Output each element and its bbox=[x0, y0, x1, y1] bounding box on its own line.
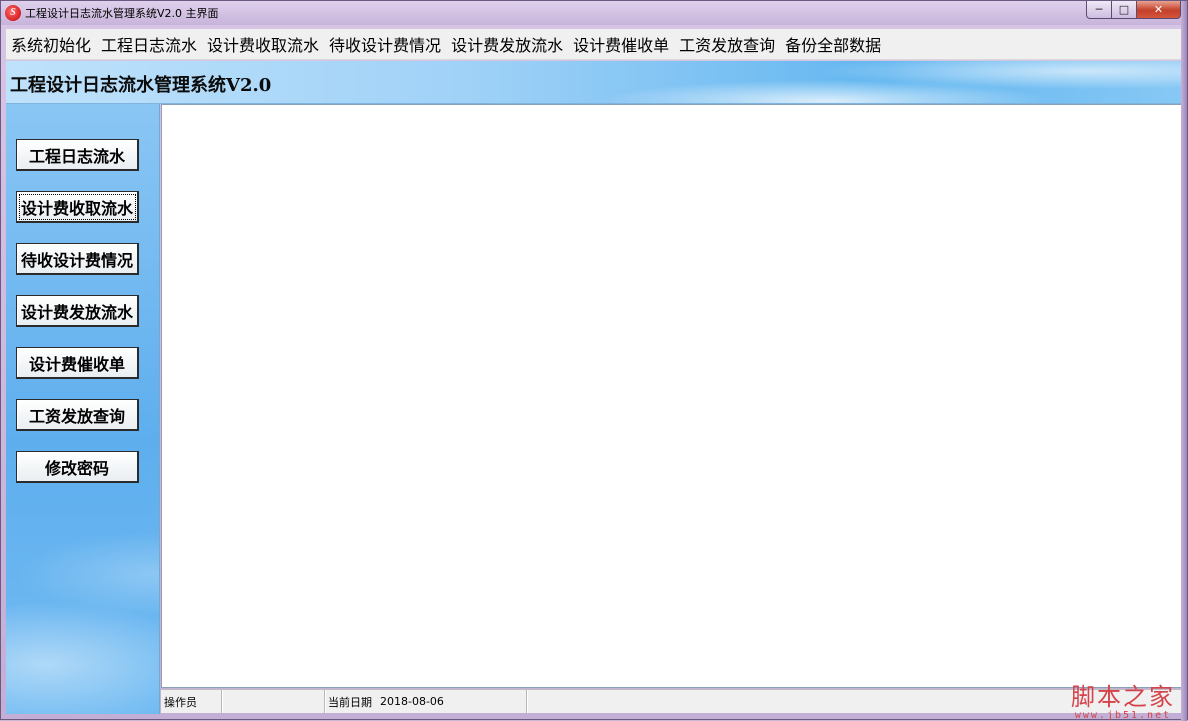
status-date-label: 当前日期 bbox=[328, 695, 372, 709]
watermark-url: www.jb51.net bbox=[1074, 710, 1172, 721]
sidebar-button-fee-reminder[interactable]: 设计费催收单 bbox=[16, 347, 139, 379]
sidebar-button-project-log[interactable]: 工程日志流水 bbox=[16, 139, 139, 171]
sidebar-button-fee-payout[interactable]: 设计费发放流水 bbox=[16, 295, 139, 327]
watermark: 脚本之家 www.jb51.net bbox=[1071, 677, 1175, 721]
window-right-border bbox=[1181, 1, 1187, 721]
sidebar-button-fee-collection[interactable]: 设计费收取流水 bbox=[16, 191, 139, 223]
close-icon: ✕ bbox=[1153, 3, 1164, 16]
menu-backup-data[interactable]: 备份全部数据 bbox=[780, 32, 886, 56]
title-bar[interactable]: S 工程设计日志流水管理系统V2.0 主界面 ─ □ ✕ bbox=[1, 1, 1187, 25]
sidebar-button-change-password[interactable]: 修改密码 bbox=[16, 451, 139, 483]
watermark-main: 脚本之家 bbox=[1071, 683, 1175, 711]
maximize-button[interactable]: □ bbox=[1112, 1, 1137, 19]
menu-fee-payout[interactable]: 设计费发放流水 bbox=[446, 32, 568, 56]
status-operator-value bbox=[222, 690, 325, 713]
banner-title: 工程设计日志流水管理系统V2.0 bbox=[10, 75, 272, 96]
minimize-button[interactable]: ─ bbox=[1086, 1, 1112, 19]
menu-pending-fees[interactable]: 待收设计费情况 bbox=[324, 32, 446, 56]
menu-project-log[interactable]: 工程日志流水 bbox=[96, 32, 202, 56]
sidebar-button-salary-query[interactable]: 工资发放查询 bbox=[16, 399, 139, 431]
window-title: 工程设计日志流水管理系统V2.0 主界面 bbox=[25, 7, 219, 20]
menu-salary-query[interactable]: 工资发放查询 bbox=[674, 32, 780, 56]
status-date-value: 2018-08-06 bbox=[380, 695, 444, 708]
menu-system-init[interactable]: 系统初始化 bbox=[6, 32, 96, 56]
main-content-area bbox=[161, 104, 1182, 688]
app-window: S 工程设计日志流水管理系统V2.0 主界面 ─ □ ✕ 系统初始化 工程日志流… bbox=[0, 0, 1188, 721]
menu-fee-reminder[interactable]: 设计费催收单 bbox=[568, 32, 674, 56]
menu-fee-collection[interactable]: 设计费收取流水 bbox=[202, 32, 324, 56]
header-banner: 工程设计日志流水管理系统V2.0 bbox=[6, 61, 1182, 104]
sidebar-button-pending-fees[interactable]: 待收设计费情况 bbox=[16, 243, 139, 275]
menu-bar: 系统初始化 工程日志流水 设计费收取流水 待收设计费情况 设计费发放流水 设计费… bbox=[6, 29, 1182, 60]
app-logo-icon: S bbox=[5, 5, 21, 21]
maximize-icon: □ bbox=[1118, 3, 1130, 16]
minimize-icon: ─ bbox=[1095, 3, 1103, 16]
sidebar: 工程日志流水 设计费收取流水 待收设计费情况 设计费发放流水 设计费催收单 工资… bbox=[6, 104, 160, 714]
status-bar: 操作员 当前日期 2018-08-06 bbox=[161, 689, 1182, 713]
window-controls: ─ □ ✕ bbox=[1086, 1, 1181, 20]
close-button[interactable]: ✕ bbox=[1137, 1, 1181, 19]
status-date: 当前日期 2018-08-06 bbox=[325, 690, 527, 713]
status-operator-label: 操作员 bbox=[161, 690, 222, 713]
